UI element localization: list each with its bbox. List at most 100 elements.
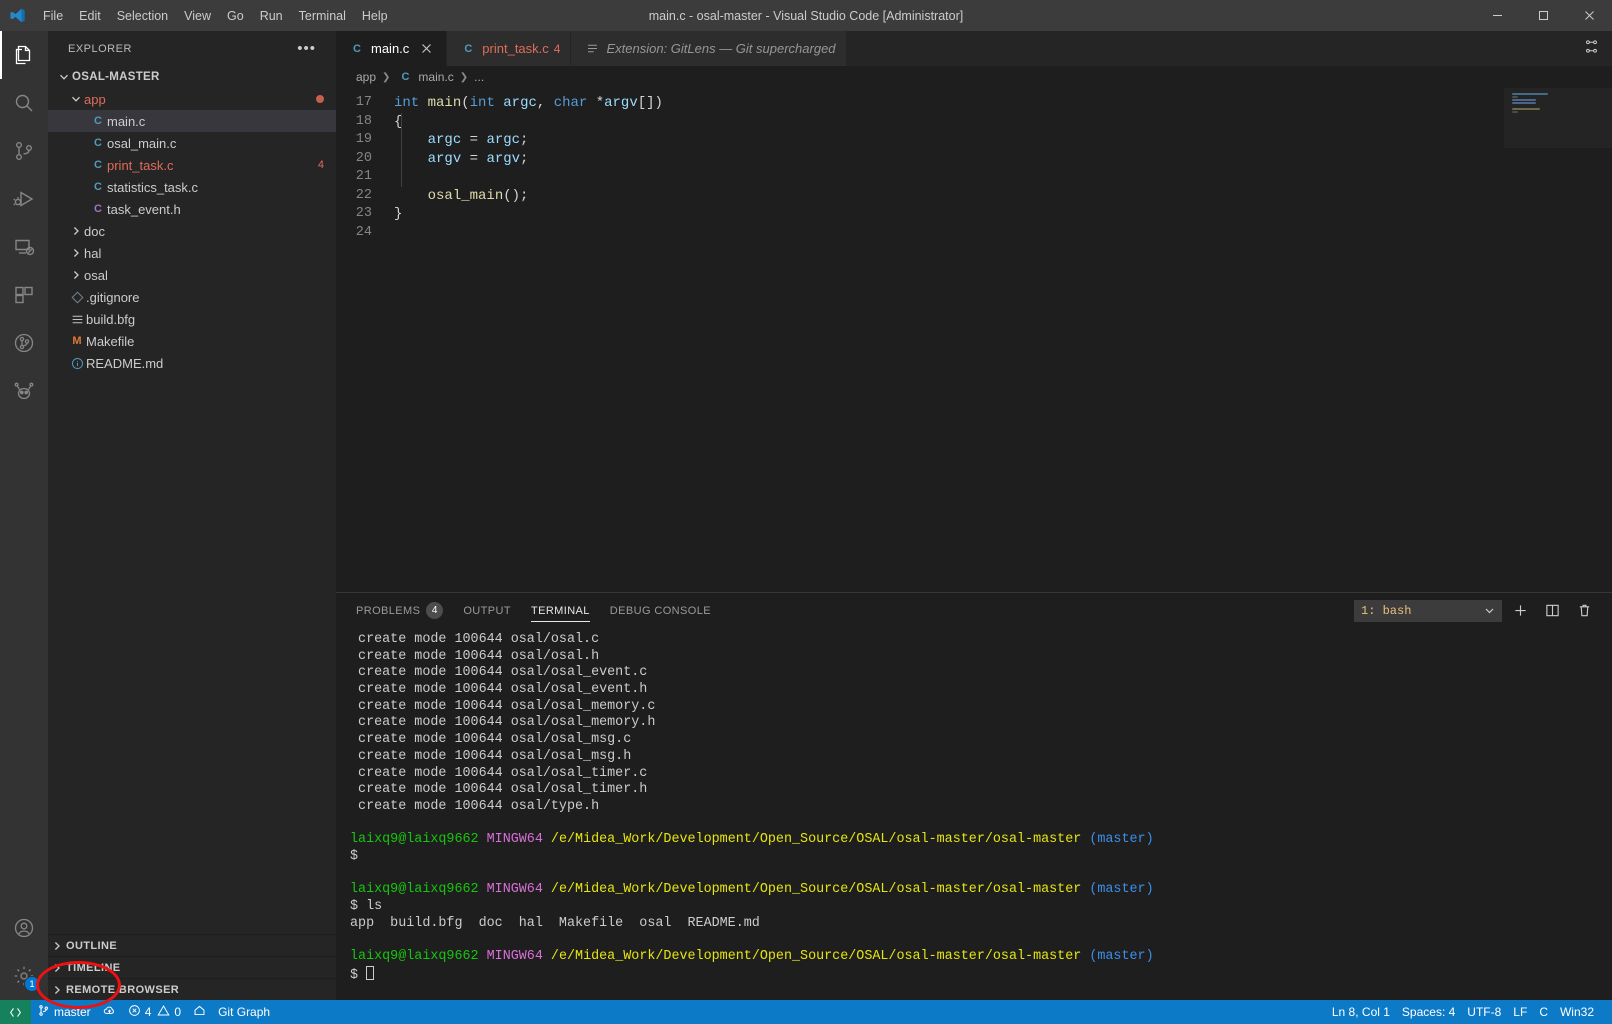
activity-item-accounts[interactable]: [0, 904, 48, 952]
status-bar-indentation[interactable]: Spaces: 4: [1396, 1000, 1461, 1024]
activity-item-remote-explorer[interactable]: [0, 223, 48, 271]
code-scroll-area[interactable]: 17 18 19 20 21 22 23 24 int main(int arg…: [336, 88, 1504, 592]
makefile-icon: M: [72, 335, 82, 347]
terminal-segment: /e/Midea_Work/Development/Open_Source/OS…: [550, 832, 1082, 848]
menu-help[interactable]: Help: [354, 0, 396, 31]
tab-print-task-c[interactable]: C print_task.c 4: [447, 31, 572, 66]
activity-item-source-control[interactable]: [0, 127, 48, 175]
breadcrumb[interactable]: app ❯ C main.c ❯ ...: [336, 66, 1612, 88]
breadcrumb-app[interactable]: app: [356, 70, 376, 84]
terminal-segment: create mode 100644 osal/osal.c: [350, 632, 600, 647]
tree-item-app[interactable]: app: [48, 88, 336, 110]
breadcrumb-more[interactable]: ...: [474, 70, 484, 84]
menu-bar[interactable]: File Edit Selection View Go Run Terminal…: [35, 0, 396, 31]
maximize-icon[interactable]: [1520, 0, 1566, 31]
panel-tab-output[interactable]: OUTPUT: [463, 593, 511, 628]
menu-run[interactable]: Run: [252, 0, 291, 31]
split-terminal-button[interactable]: [1538, 597, 1566, 625]
window-controls[interactable]: [1474, 0, 1612, 31]
activity-item-search[interactable]: [0, 79, 48, 127]
panel-tab-terminal[interactable]: TERMINAL: [530, 593, 590, 628]
status-remote-indicator[interactable]: [0, 1000, 31, 1024]
tree-item-task-event-h[interactable]: C task_event.h: [48, 198, 336, 220]
tree-item-hal[interactable]: hal: [48, 242, 336, 264]
status-bar-git-graph[interactable]: Git Graph: [212, 1000, 276, 1024]
status-git-graph-label: Git Graph: [218, 1005, 271, 1019]
tree-item-doc[interactable]: doc: [48, 220, 336, 242]
activity-item-extensions[interactable]: [0, 271, 48, 319]
status-bar-problems[interactable]: 4 0: [122, 1000, 187, 1024]
activity-item-explorer[interactable]: [0, 31, 48, 79]
bottom-panel: PROBLEMS 4 OUTPUT TERMINAL DEBUG CONSOLE…: [336, 592, 1612, 1000]
breadcrumb-main-c[interactable]: main.c: [418, 70, 453, 84]
activity-item-gitlens[interactable]: [0, 319, 48, 367]
editor-actions[interactable]: [1583, 31, 1612, 66]
sidebar-section-outline[interactable]: OUTLINE: [48, 934, 336, 956]
code-editor[interactable]: 17 18 19 20 21 22 23 24 int main(int arg…: [336, 88, 1612, 592]
tree-item-build-bfg[interactable]: build.bfg: [48, 308, 336, 330]
status-bar-branch-master[interactable]: master: [31, 1000, 97, 1024]
tab-main-c[interactable]: C main.c: [336, 31, 448, 66]
status-bar-platform[interactable]: Win32: [1554, 1000, 1600, 1024]
tree-item-readme-md[interactable]: README.md: [48, 352, 336, 374]
new-terminal-button[interactable]: [1506, 597, 1534, 625]
code-token: ;: [520, 150, 529, 167]
tree-item-label: app: [84, 91, 106, 107]
terminal-line: $ ls: [350, 899, 1612, 916]
ellipsis-icon[interactable]: •••: [297, 41, 316, 56]
cloud-sync-icon: [103, 1004, 116, 1020]
menu-terminal[interactable]: Terminal: [291, 0, 354, 31]
tab-extension-gitlens[interactable]: Extension: GitLens — Git supercharged: [571, 31, 847, 66]
extension-icon: [583, 42, 601, 55]
close-icon[interactable]: [416, 39, 436, 59]
menu-selection[interactable]: Selection: [109, 0, 176, 31]
title-bar: File Edit Selection View Go Run Terminal…: [0, 0, 1612, 31]
status-bar-eol[interactable]: LF: [1507, 1000, 1533, 1024]
menu-edit[interactable]: Edit: [71, 0, 109, 31]
status-bar-home[interactable]: [187, 1000, 212, 1024]
file-tree[interactable]: OSAL-MASTER app C main.c C osal_main.c C: [48, 66, 336, 934]
terminal-segment: [479, 832, 487, 847]
panel-tab-debug-console[interactable]: DEBUG CONSOLE: [610, 593, 711, 628]
sidebar-section-remote-browser[interactable]: REMOTE BROWSER: [48, 978, 336, 1000]
tree-item-print-task-c[interactable]: C print_task.c 4: [48, 154, 336, 176]
tree-item-gitignore[interactable]: .gitignore: [48, 286, 336, 308]
minimize-icon[interactable]: [1474, 0, 1520, 31]
activity-item-manage-settings[interactable]: 1: [0, 952, 48, 1000]
status-bar-language-mode[interactable]: C: [1533, 1000, 1554, 1024]
minimap[interactable]: [1504, 88, 1612, 592]
tree-item-makefile[interactable]: M Makefile: [48, 330, 336, 352]
sidebar-section-timeline[interactable]: TIMELINE: [48, 956, 336, 978]
c-file-icon: C: [94, 137, 102, 149]
terminal-output[interactable]: create mode 100644 osal/osal.c create mo…: [336, 628, 1612, 1000]
code-token: (: [461, 95, 470, 111]
workbench: 1 EXPLORER ••• OSAL-MASTER app C main.c …: [0, 31, 1612, 1000]
tree-item-osal-main-c[interactable]: C osal_main.c: [48, 132, 336, 154]
split-editor-icon[interactable]: [1583, 38, 1600, 60]
activity-item-testing[interactable]: [0, 367, 48, 415]
status-bar-cursor-position[interactable]: Ln 8, Col 1: [1326, 1000, 1396, 1024]
terminal-selector[interactable]: 1: bash: [1354, 599, 1502, 622]
terminal-line: create mode 100644 osal/osal_msg.h: [350, 749, 1612, 766]
menu-view[interactable]: View: [176, 0, 219, 31]
close-icon[interactable]: [1566, 0, 1612, 31]
status-bar-encoding[interactable]: UTF-8: [1461, 1000, 1507, 1024]
tree-item-osal[interactable]: osal: [48, 264, 336, 286]
menu-go[interactable]: Go: [219, 0, 252, 31]
code-content[interactable]: int main(int argc, char *argv[]){ argc =…: [394, 88, 1504, 592]
code-token: ,: [536, 95, 554, 111]
tree-item-main-c[interactable]: C main.c: [48, 110, 336, 132]
menu-file[interactable]: File: [35, 0, 71, 31]
status-bar-sync[interactable]: [97, 1000, 122, 1024]
kill-terminal-button[interactable]: [1570, 597, 1598, 625]
code-token: *: [587, 95, 605, 111]
panel-tab-problems[interactable]: PROBLEMS 4: [356, 593, 444, 628]
tree-item-statistics-task-c[interactable]: C statistics_task.c: [48, 176, 336, 198]
tree-root-label: OSAL-MASTER: [72, 71, 160, 83]
tree-root-osal-master[interactable]: OSAL-MASTER: [48, 66, 336, 88]
activity-item-run-and-debug[interactable]: [0, 175, 48, 223]
minimap-slider[interactable]: [1504, 88, 1612, 148]
code-token: argv: [486, 150, 521, 167]
